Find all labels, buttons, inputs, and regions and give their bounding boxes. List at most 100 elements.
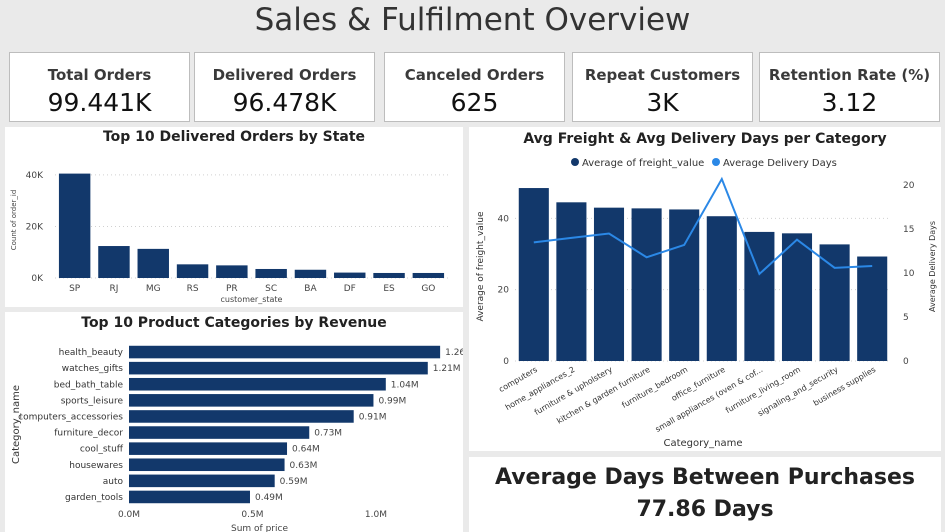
x-tick-label: business supplies: [812, 365, 877, 408]
kpi-value: 625: [450, 88, 499, 117]
x-tick-label: RS: [187, 284, 199, 294]
y2-tick-label: 5: [903, 313, 909, 323]
bar: [518, 188, 549, 361]
y-tick-label: 20: [498, 286, 510, 296]
y-tick-label: cool_stuff: [80, 445, 124, 455]
bar: [129, 410, 354, 423]
legend-marker-freight: [571, 158, 579, 166]
bar: [216, 265, 248, 278]
kpi-value: 96.478K: [232, 88, 337, 117]
bar: [98, 246, 130, 278]
y-tick-label: bed_bath_table: [54, 380, 124, 390]
bar: [334, 272, 366, 278]
bar: [556, 202, 587, 361]
kpi-label: Repeat Customers: [584, 66, 741, 84]
bar: [129, 490, 250, 504]
y-tick-label: 0K: [31, 274, 44, 284]
x-tick-label: furniture_bedroom: [620, 365, 689, 410]
y2-axis-label: Average Delivery Days: [928, 221, 937, 312]
avg-days-title: Average Days Between Purchases: [494, 465, 916, 490]
bar: [781, 233, 813, 361]
bar: [744, 231, 775, 361]
x-tick-label: SC: [265, 284, 277, 294]
x-tick-label: RJ: [109, 284, 118, 294]
kpi-card-delivered-orders[interactable]: Delivered Orders 96.478K: [194, 52, 375, 122]
x-tick-label: GO: [421, 284, 435, 294]
avg-days-card[interactable]: Average Days Between Purchases 77.86 Day…: [469, 457, 941, 532]
x-axis-label: Sum of price: [231, 524, 288, 532]
bar: [593, 207, 625, 361]
data-label: 0.64M: [292, 445, 320, 455]
freight-chart-panel[interactable]: Avg Freight & Avg Delivery Days per Cate…: [469, 127, 941, 451]
bar: [129, 442, 288, 455]
kpi-card-retention-rate[interactable]: Retention Rate (%) 3.12: [759, 52, 940, 122]
data-label: 0.63M: [290, 461, 318, 471]
states-chart-panel[interactable]: Top 10 Delivered Orders by State 0K 20K 40…: [5, 127, 463, 307]
x-tick-label: MG: [146, 284, 161, 294]
y-tick-label: furniture_decor: [54, 429, 123, 439]
y-tick-label: garden_tools: [65, 493, 123, 503]
data-label: 1.21M: [433, 364, 461, 374]
revenue-chart-panel[interactable]: Top 10 Product Categories by Revenue hea…: [5, 312, 463, 532]
y2-tick-label: 10: [903, 269, 915, 279]
y-tick-label: 40: [498, 214, 510, 224]
data-label: 0.91M: [359, 412, 387, 422]
kpi-value: 99.441K: [47, 88, 152, 117]
states-bar-chart: 0K 20K 40K SP RJ MG RS PR SC BA DF ES GO customer_sta…: [10, 171, 448, 304]
y-tick-label: health_beauty: [59, 348, 124, 358]
kpi-label: Delivered Orders: [212, 66, 357, 84]
bar: [176, 264, 209, 278]
y-tick-label: 20K: [26, 222, 44, 232]
bar: [129, 394, 374, 407]
data-label: 0.59M: [280, 477, 308, 487]
y2-tick-label: 0: [903, 357, 909, 367]
bar: [129, 458, 285, 472]
x-tick-label: ES: [383, 284, 395, 294]
kpi-label: Total Orders: [47, 66, 152, 84]
x-axis-label: Category_name: [663, 438, 742, 449]
data-label: 0.73M: [314, 429, 342, 439]
legend-label: Average of freight_value: [582, 158, 704, 169]
revenue-bar-chart: health_beauty 1.26M watches_gifts 1.21M bed_…: [11, 345, 463, 532]
kpi-label: Retention Rate (%): [768, 66, 931, 84]
y-axis-label: Count of order_id: [10, 190, 18, 251]
legend-label: Average Delivery Days: [723, 158, 837, 169]
y2-tick-label: 20: [903, 181, 915, 191]
x-tick-label: DF: [344, 284, 356, 294]
y-tick-label: 0: [503, 357, 509, 367]
y-tick-label: watches_gifts: [62, 364, 124, 374]
x-tick-label: 0.0M: [118, 510, 140, 520]
bar: [58, 173, 91, 278]
y-tick-label: computers_accessories: [18, 412, 123, 422]
data-label: 1.04M: [391, 380, 419, 390]
bar: [669, 209, 700, 361]
bar: [373, 272, 405, 278]
freight-combo-chart: Average of freight_value Average Delivery…: [476, 158, 937, 449]
data-label: 1.26M: [445, 348, 463, 358]
x-tick-label: SP: [69, 284, 81, 294]
bar: [129, 361, 428, 375]
y-tick-label: housewares: [69, 461, 123, 471]
bar: [129, 474, 275, 488]
y-axis-label: Category_name: [11, 385, 22, 464]
bar: [819, 244, 850, 361]
kpi-card-total-orders[interactable]: Total Orders 99.441K: [9, 52, 190, 122]
kpi-card-canceled-orders[interactable]: Canceled Orders 625: [384, 52, 565, 122]
x-tick-label: 1.0M: [365, 510, 387, 520]
data-label: 0.99M: [378, 396, 406, 406]
kpi-card-repeat-customers[interactable]: Repeat Customers 3K: [572, 52, 753, 122]
x-tick-label: BA: [304, 284, 317, 294]
kpi-value: 3.12: [821, 88, 878, 117]
y-tick-label: 40K: [26, 171, 44, 181]
bar: [706, 216, 737, 361]
bar: [137, 248, 169, 278]
bar: [129, 426, 310, 439]
x-tick-label: 0.5M: [241, 510, 263, 520]
page-title: Sales & Fulfilment Overview: [254, 2, 691, 38]
bar: [857, 256, 888, 361]
bar: [129, 377, 386, 391]
data-label: 0.49M: [255, 493, 283, 503]
avg-days-value: 77.86 Days: [636, 497, 774, 522]
bar: [129, 345, 441, 359]
y2-tick-label: 15: [903, 225, 914, 235]
